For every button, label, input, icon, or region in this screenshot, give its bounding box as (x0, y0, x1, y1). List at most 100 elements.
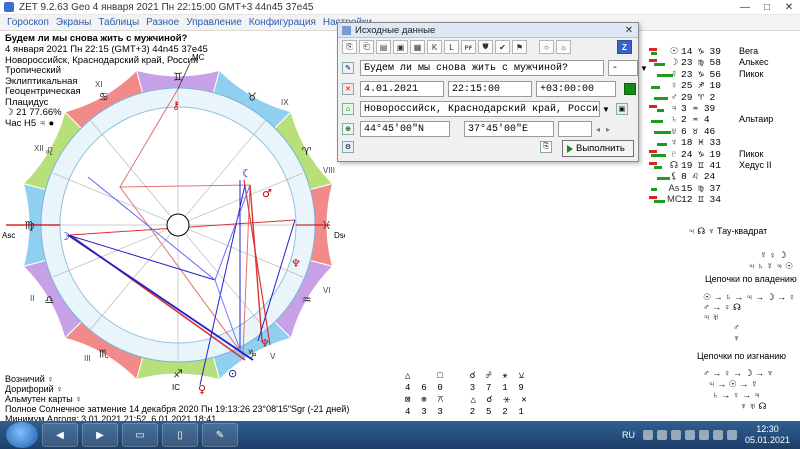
minimize-button[interactable]: — (734, 0, 756, 15)
menu-misc[interactable]: Разное (146, 17, 179, 28)
tray-icon-4[interactable] (684, 430, 695, 440)
neptune-glyph-icon: ♆ (291, 257, 301, 270)
start-button[interactable] (6, 422, 38, 448)
planet-row[interactable]: ♂ 29 ♈ 2 (647, 92, 799, 103)
planet-strength-bars (647, 93, 668, 101)
planet-row[interactable]: ♄ 2 ♒ 4 Альтаир (647, 114, 799, 125)
planet-position: 19 ♊ 41 (681, 159, 721, 171)
planet-row[interactable]: MC 12 ♊ 34 (647, 194, 799, 205)
planet-row[interactable]: ♃ 3 ♒ 39 (647, 103, 799, 114)
coords-row-icon[interactable]: ⊕ (342, 123, 354, 135)
planet-row[interactable]: ☊ 19 ♊ 41 Хедус II (647, 160, 799, 171)
planet-position: 3 ♒ 39 (681, 102, 716, 114)
planet-row[interactable]: ♇ 24 ♑ 19 Пикок (647, 149, 799, 160)
planet-star: Пикок (739, 148, 764, 159)
question-row-icon[interactable]: ✎ (342, 62, 354, 74)
menu-config[interactable]: Конфигурация (249, 17, 316, 28)
tray-icon-3[interactable] (670, 430, 681, 440)
longitude-input[interactable]: 37°45'00"E (464, 121, 554, 137)
aspect-row-3: ⊠ ⊗ ⚻ △ ☌ ⚹ ✕ (405, 395, 527, 405)
settings-row-icon[interactable]: ⚙ (342, 141, 354, 153)
tray-icon-7[interactable] (726, 430, 737, 440)
clock[interactable]: 12:30 05.01.2021 (745, 424, 790, 446)
taskbar-folder-icon[interactable]: ▭ (122, 423, 158, 447)
toolbar-flag-icon[interactable]: ⚑ (512, 40, 527, 54)
dialog-icon (342, 25, 351, 35)
planet-row[interactable]: ♀ 25 ♐ 10 (647, 80, 799, 91)
taskbar-document-icon[interactable]: ▯ (162, 423, 198, 447)
menu-screens[interactable]: Экраны (56, 17, 91, 28)
dialog-title-bar[interactable]: Исходные данные ✕ (338, 23, 638, 38)
toolbar-z-icon[interactable]: Z (617, 40, 632, 54)
latitude-input[interactable]: 44°45'00"N (360, 121, 450, 137)
taskbar-zet-icon[interactable]: ✎ (202, 423, 238, 447)
planet-symbol-icon: ♆ (670, 137, 678, 149)
toolbar-open-icon[interactable]: ▣ (393, 40, 408, 54)
timezone-indicator[interactable] (624, 83, 636, 95)
tray-icon-5[interactable] (698, 430, 709, 440)
scroll-right-icon[interactable]: ▸ (606, 125, 610, 134)
timezone-input[interactable]: +03:00:00 (536, 81, 616, 97)
run-button-label: Выполнить (576, 143, 625, 154)
close-button[interactable]: ✕ (778, 0, 800, 15)
bottom-info: Возничий ♀ Дорифорий ♀ Альмутен карты ♀ … (5, 374, 349, 424)
language-indicator[interactable]: RU (622, 430, 635, 440)
question-dropdown-icon[interactable]: ▼ (640, 64, 648, 73)
copy-data-icon[interactable]: ⎘ (540, 141, 552, 153)
toolbar-circle-icon[interactable]: ○ (539, 40, 554, 54)
toolbar-copy-icon[interactable]: ⎘ (342, 40, 357, 54)
date-row-icon[interactable]: ✕ (342, 83, 354, 95)
horoscope-wheel[interactable]: ♍♌♋♊♉♈♓♒♑♐♏♎ Asc Dsc MC IC XII XI IX VII… (0, 45, 345, 395)
dialog-close-button[interactable]: ✕ (620, 24, 638, 37)
planet-symbol-icon: ☉ (669, 46, 679, 57)
planet-position: 12 ♊ 34 (681, 194, 721, 206)
tray-icon-6[interactable] (712, 430, 723, 440)
taskbar-player-icon[interactable]: ▶ (82, 423, 118, 447)
altitude-input[interactable] (558, 121, 592, 137)
planet-position: 2 ♒ 4 (681, 114, 710, 126)
date-input[interactable]: 4.01.2021 (360, 81, 444, 97)
tray-icon-1[interactable] (642, 430, 653, 440)
question-sign-select[interactable]: - (608, 60, 638, 76)
planet-symbol-icon: ♄ (670, 114, 678, 126)
zodiac-sign-icon: ♉ (247, 90, 257, 103)
menu-control[interactable]: Управление (186, 17, 242, 28)
menu-tables[interactable]: Таблицы (98, 17, 139, 28)
toolbar-shield-icon[interactable]: ⛊ (478, 40, 493, 54)
earth-center (166, 213, 190, 237)
planet-row[interactable]: ☿ 23 ♑ 56 Пикок (647, 69, 799, 80)
planet-symbol-icon: ♂ (670, 91, 678, 103)
planet-row[interactable]: ♅ 6 ♉ 46 (647, 126, 799, 137)
question-input[interactable]: Будем ли мы снова жить с мужчиной? (360, 60, 604, 76)
planet-row[interactable]: ♆ 18 ♓ 33 (647, 137, 799, 148)
scroll-left-icon[interactable]: ◂ (596, 125, 600, 134)
input-data-dialog[interactable]: Исходные данные ✕ ⎘ ⎗ ▤ ▣ ▦ K Lᴘꜰ ⛊ ✔ ⚑ ○ ☼ Z ✎ Буде… (337, 22, 648, 162)
toolbar-save-icon[interactable]: ▤ (376, 40, 391, 54)
planet-row[interactable]: As 15 ♍ 37 (647, 183, 799, 194)
toolbar-pf-icon[interactable]: ᴘꜰ (461, 40, 476, 54)
toolbar-sun-icon[interactable]: ☼ (556, 40, 571, 54)
toolbar-l-icon[interactable]: L (444, 40, 459, 54)
map-icon[interactable]: ▣ (615, 103, 628, 115)
taskbar-media-icon[interactable]: ◀ (42, 423, 78, 447)
menu-horoscope[interactable]: Гороскоп (7, 17, 49, 28)
tray-icon-2[interactable] (656, 430, 667, 440)
house-6: VI (323, 286, 331, 295)
toolbar-check-icon[interactable]: ✔ (495, 40, 510, 54)
almuten: Альмутен карты ♀ (5, 394, 83, 404)
toolbar-k-icon[interactable]: K (427, 40, 442, 54)
place-row-icon[interactable]: ⌂ (342, 103, 354, 115)
planet-row[interactable]: ⚸ 8 ♌ 24 (647, 171, 799, 182)
toolbar-paste-icon[interactable]: ⎗ (359, 40, 374, 54)
planet-row[interactable]: ☉ 14 ♑ 39 Вега (647, 46, 799, 57)
small-glyphs-1: ☿ ♀ ☽ (760, 250, 787, 260)
maximize-button[interactable]: □ (756, 0, 778, 15)
toolbar-table-icon[interactable]: ▦ (410, 40, 425, 54)
place-dropdown-icon[interactable]: ▼ (602, 105, 610, 114)
planet-strength-bars (647, 47, 667, 56)
place-input[interactable]: Новороссийск, Краснодарский край, Россия (360, 101, 600, 117)
planet-row[interactable]: ☽ 23 ♍ 58 Алькес (647, 57, 799, 68)
time-input[interactable]: 22:15:00 (448, 81, 532, 97)
planet-position: 15 ♍ 37 (681, 182, 721, 194)
run-button[interactable]: Выполнить (562, 140, 634, 157)
